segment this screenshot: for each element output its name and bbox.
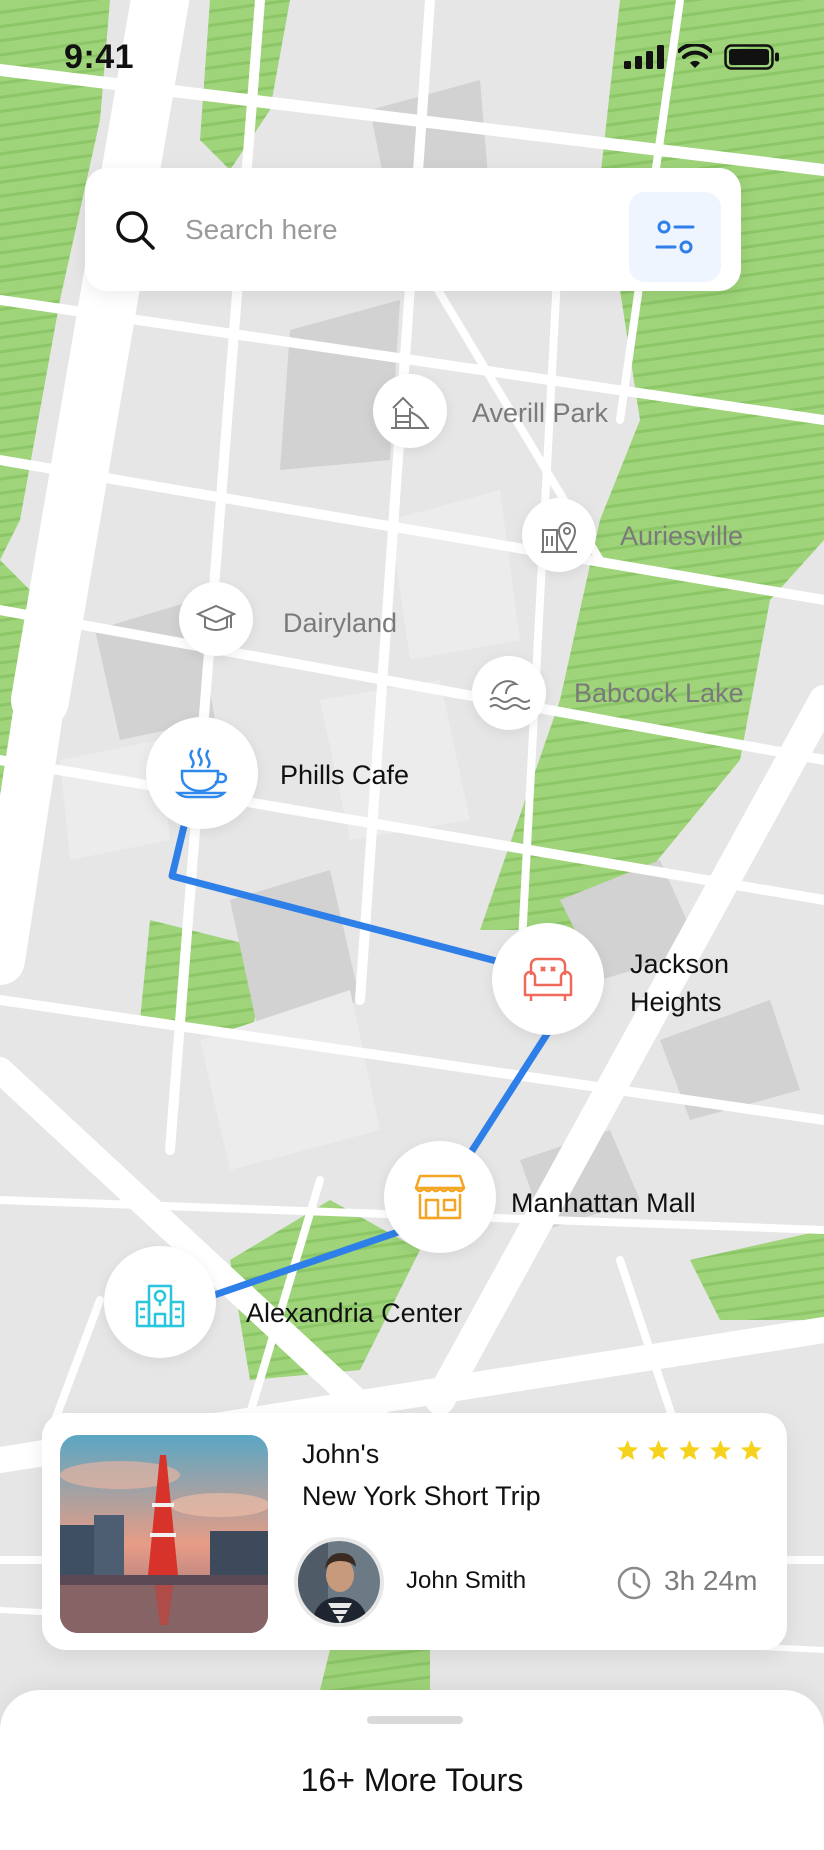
app-screen: 9:41 Search here Averill Park Auriesvill… — [0, 0, 824, 1850]
place-label: Dairyland — [283, 608, 398, 638]
stop-label: Phills Cafe — [280, 760, 410, 790]
status-icons — [624, 44, 780, 70]
search-icon — [116, 211, 155, 250]
avatar[interactable] — [294, 1537, 384, 1627]
route-stop-manhattan-mall[interactable] — [384, 1141, 496, 1253]
status-bar: 9:41 — [0, 0, 824, 110]
tour-photo — [60, 1435, 268, 1633]
tour-card[interactable]: John's New York Short Trip John Smith 3h… — [42, 1413, 787, 1650]
place-pin-dairyland[interactable] — [179, 582, 253, 656]
place-label: Babcock Lake — [574, 678, 744, 708]
route-stop-alexandria-center[interactable] — [104, 1246, 216, 1358]
clock-icon — [617, 1566, 651, 1600]
place-pin-averill-park[interactable] — [373, 374, 447, 448]
armchair-icon — [523, 957, 573, 1001]
stop-label-line: Heights — [630, 987, 722, 1017]
store-icon — [414, 1174, 466, 1220]
place-pin-auriesville[interactable] — [522, 498, 596, 572]
tour-duration: 3h 24m — [664, 1565, 758, 1596]
coffee-cup-icon — [174, 747, 228, 799]
city-pin-icon — [541, 522, 577, 553]
more-tours-label[interactable]: 16+ More Tours — [0, 1762, 824, 1799]
status-time: 9:41 — [64, 38, 135, 76]
graduation-cap-icon — [196, 604, 236, 631]
author-name: John Smith — [406, 1567, 527, 1594]
stop-label-line: Jackson — [630, 949, 730, 979]
bottom-sheet[interactable]: 16+ More Tours — [0, 1690, 824, 1850]
drag-handle[interactable] — [367, 1716, 463, 1724]
waves-icon — [489, 680, 530, 710]
filter-button[interactable] — [629, 192, 721, 282]
star-icon — [616, 1439, 639, 1461]
route-stop-phills-cafe[interactable] — [146, 717, 258, 829]
rating-stars — [616, 1439, 763, 1461]
battery-icon — [724, 44, 779, 70]
star-icon — [709, 1439, 732, 1461]
place-label: Auriesville — [620, 521, 744, 551]
signal-icon — [624, 45, 664, 69]
place-pin-babcock-lake[interactable] — [472, 656, 546, 730]
tour-title: New York Short Trip — [302, 1481, 541, 1511]
search-bar[interactable] — [85, 168, 741, 291]
stop-label: Alexandria Center — [246, 1298, 463, 1328]
filter-sliders-icon — [655, 220, 695, 254]
wifi-icon — [678, 44, 712, 68]
tour-owner: John's — [302, 1439, 380, 1469]
star-icon — [647, 1439, 670, 1461]
star-icon — [678, 1439, 701, 1461]
stop-label: Manhattan Mall — [511, 1188, 696, 1218]
building-icon — [135, 1284, 185, 1328]
stop-label: Jackson Heights — [630, 945, 729, 1021]
star-icon — [740, 1439, 763, 1461]
search-input[interactable] — [183, 204, 587, 256]
route-stop-jackson-heights[interactable] — [492, 923, 604, 1035]
playground-icon — [391, 396, 429, 429]
place-label: Averill Park — [472, 398, 609, 428]
